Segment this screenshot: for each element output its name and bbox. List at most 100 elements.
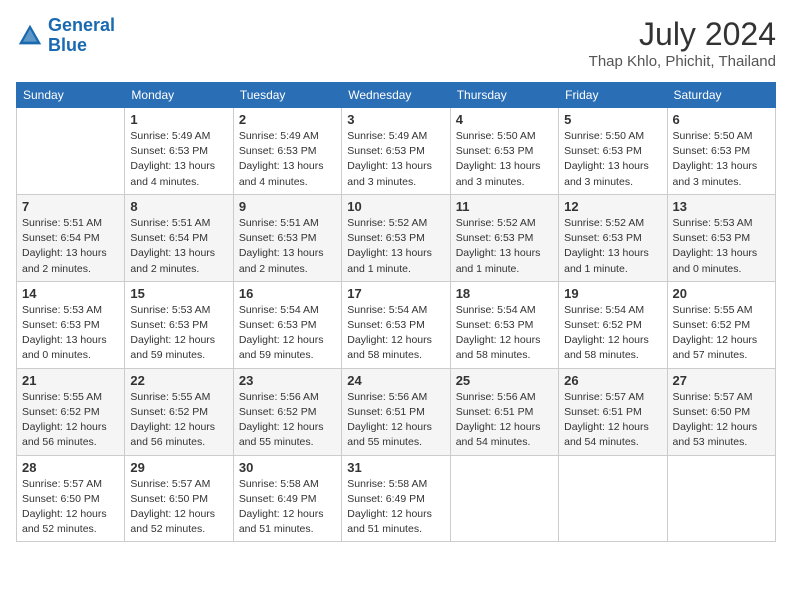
weekday-header: Sunday (17, 83, 125, 108)
calendar-cell: 16 Sunrise: 5:54 AM Sunset: 6:53 PM Dayli… (233, 281, 341, 368)
logo-icon (16, 22, 44, 50)
calendar-cell: 18 Sunrise: 5:54 AM Sunset: 6:53 PM Dayli… (450, 281, 558, 368)
day-info: Sunrise: 5:52 AM Sunset: 6:53 PM Dayligh… (564, 216, 661, 277)
weekday-header: Thursday (450, 83, 558, 108)
day-info: Sunrise: 5:49 AM Sunset: 6:53 PM Dayligh… (130, 129, 227, 190)
day-info: Sunrise: 5:51 AM Sunset: 6:54 PM Dayligh… (130, 216, 227, 277)
calendar-week-row: 21 Sunrise: 5:55 AM Sunset: 6:52 PM Dayli… (17, 368, 776, 455)
calendar-cell: 13 Sunrise: 5:53 AM Sunset: 6:53 PM Dayli… (667, 194, 775, 281)
day-info: Sunrise: 5:55 AM Sunset: 6:52 PM Dayligh… (673, 303, 770, 364)
calendar-cell: 26Sunrise: 5:57 AM Sunset: 6:51 PM Dayli… (559, 368, 667, 455)
calendar-cell: 29 Sunrise: 5:57 AM Sunset: 6:50 PM Dayli… (125, 455, 233, 542)
day-info: Sunrise: 5:54 AM Sunset: 6:52 PM Dayligh… (564, 303, 661, 364)
day-info: Sunrise: 5:51 AM Sunset: 6:53 PM Dayligh… (239, 216, 336, 277)
weekday-header: Monday (125, 83, 233, 108)
day-number: 25 (456, 373, 553, 388)
calendar-cell: 9Sunrise: 5:51 AM Sunset: 6:53 PM Daylig… (233, 194, 341, 281)
calendar-table: SundayMondayTuesdayWednesdayThursdayFrid… (16, 82, 776, 542)
day-info: Sunrise: 5:55 AM Sunset: 6:52 PM Dayligh… (22, 390, 119, 451)
day-info: Sunrise: 5:50 AM Sunset: 6:53 PM Dayligh… (564, 129, 661, 190)
day-number: 31 (347, 460, 444, 475)
day-number: 29 (130, 460, 227, 475)
day-info: Sunrise: 5:58 AM Sunset: 6:49 PM Dayligh… (347, 477, 444, 538)
day-number: 23 (239, 373, 336, 388)
day-info: Sunrise: 5:49 AM Sunset: 6:53 PM Dayligh… (239, 129, 336, 190)
logo: General Blue (16, 16, 115, 56)
day-info: Sunrise: 5:53 AM Sunset: 6:53 PM Dayligh… (22, 303, 119, 364)
calendar-week-row: 14 Sunrise: 5:53 AM Sunset: 6:53 PM Dayli… (17, 281, 776, 368)
day-number: 12 (564, 199, 661, 214)
day-info: Sunrise: 5:54 AM Sunset: 6:53 PM Dayligh… (456, 303, 553, 364)
calendar-cell: 4 Sunrise: 5:50 AM Sunset: 6:53 PM Daylig… (450, 108, 558, 195)
calendar-cell: 6 Sunrise: 5:50 AM Sunset: 6:53 PM Daylig… (667, 108, 775, 195)
day-number: 24 (347, 373, 444, 388)
day-number: 3 (347, 112, 444, 127)
day-info: Sunrise: 5:56 AM Sunset: 6:52 PM Dayligh… (239, 390, 336, 451)
day-info: Sunrise: 5:56 AM Sunset: 6:51 PM Dayligh… (456, 390, 553, 451)
calendar-cell: 20Sunrise: 5:55 AM Sunset: 6:52 PM Dayli… (667, 281, 775, 368)
day-number: 2 (239, 112, 336, 127)
page-header: General Blue July 2024 Thap Khlo, Phichi… (16, 16, 776, 70)
day-info: Sunrise: 5:57 AM Sunset: 6:50 PM Dayligh… (22, 477, 119, 538)
calendar-cell: 30Sunrise: 5:58 AM Sunset: 6:49 PM Dayli… (233, 455, 341, 542)
calendar-cell: 17Sunrise: 5:54 AM Sunset: 6:53 PM Dayli… (342, 281, 450, 368)
calendar-cell: 15 Sunrise: 5:53 AM Sunset: 6:53 PM Dayli… (125, 281, 233, 368)
day-info: Sunrise: 5:52 AM Sunset: 6:53 PM Dayligh… (456, 216, 553, 277)
day-number: 27 (673, 373, 770, 388)
calendar-cell: 24Sunrise: 5:56 AM Sunset: 6:51 PM Dayli… (342, 368, 450, 455)
weekday-header: Wednesday (342, 83, 450, 108)
calendar-cell: 12 Sunrise: 5:52 AM Sunset: 6:53 PM Dayli… (559, 194, 667, 281)
day-number: 21 (22, 373, 119, 388)
day-number: 6 (673, 112, 770, 127)
weekday-header-row: SundayMondayTuesdayWednesdayThursdayFrid… (17, 83, 776, 108)
day-info: Sunrise: 5:52 AM Sunset: 6:53 PM Dayligh… (347, 216, 444, 277)
calendar-cell: 7 Sunrise: 5:51 AM Sunset: 6:54 PM Daylig… (17, 194, 125, 281)
day-info: Sunrise: 5:51 AM Sunset: 6:54 PM Dayligh… (22, 216, 119, 277)
calendar-cell: 31 Sunrise: 5:58 AM Sunset: 6:49 PM Dayli… (342, 455, 450, 542)
day-info: Sunrise: 5:53 AM Sunset: 6:53 PM Dayligh… (673, 216, 770, 277)
day-number: 5 (564, 112, 661, 127)
logo-line1: General (48, 15, 115, 35)
day-number: 10 (347, 199, 444, 214)
calendar-cell: 21 Sunrise: 5:55 AM Sunset: 6:52 PM Dayli… (17, 368, 125, 455)
day-info: Sunrise: 5:57 AM Sunset: 6:51 PM Dayligh… (564, 390, 661, 451)
logo-line2: Blue (48, 35, 87, 55)
day-number: 15 (130, 286, 227, 301)
day-number: 18 (456, 286, 553, 301)
day-info: Sunrise: 5:55 AM Sunset: 6:52 PM Dayligh… (130, 390, 227, 451)
calendar-cell: 22 Sunrise: 5:55 AM Sunset: 6:52 PM Dayli… (125, 368, 233, 455)
day-number: 13 (673, 199, 770, 214)
calendar-cell: 8 Sunrise: 5:51 AM Sunset: 6:54 PM Daylig… (125, 194, 233, 281)
day-info: Sunrise: 5:54 AM Sunset: 6:53 PM Dayligh… (239, 303, 336, 364)
day-number: 19 (564, 286, 661, 301)
calendar-cell: 11 Sunrise: 5:52 AM Sunset: 6:53 PM Dayli… (450, 194, 558, 281)
day-info: Sunrise: 5:50 AM Sunset: 6:53 PM Dayligh… (673, 129, 770, 190)
day-info: Sunrise: 5:53 AM Sunset: 6:53 PM Dayligh… (130, 303, 227, 364)
calendar-cell: 19 Sunrise: 5:54 AM Sunset: 6:52 PM Dayli… (559, 281, 667, 368)
day-number: 16 (239, 286, 336, 301)
day-number: 4 (456, 112, 553, 127)
day-info: Sunrise: 5:50 AM Sunset: 6:53 PM Dayligh… (456, 129, 553, 190)
day-info: Sunrise: 5:57 AM Sunset: 6:50 PM Dayligh… (130, 477, 227, 538)
day-number: 8 (130, 199, 227, 214)
calendar-week-row: 28 Sunrise: 5:57 AM Sunset: 6:50 PM Dayli… (17, 455, 776, 542)
calendar-cell: 3Sunrise: 5:49 AM Sunset: 6:53 PM Daylig… (342, 108, 450, 195)
calendar-cell: 25 Sunrise: 5:56 AM Sunset: 6:51 PM Dayli… (450, 368, 558, 455)
calendar-cell (559, 455, 667, 542)
weekday-header: Tuesday (233, 83, 341, 108)
calendar-cell (17, 108, 125, 195)
calendar-cell: 23 Sunrise: 5:56 AM Sunset: 6:52 PM Dayli… (233, 368, 341, 455)
day-number: 14 (22, 286, 119, 301)
location: Thap Khlo, Phichit, Thailand (589, 53, 776, 70)
calendar-cell: 10 Sunrise: 5:52 AM Sunset: 6:53 PM Dayli… (342, 194, 450, 281)
month-year: July 2024 (589, 16, 776, 53)
day-number: 28 (22, 460, 119, 475)
day-number: 11 (456, 199, 553, 214)
weekday-header: Saturday (667, 83, 775, 108)
day-number: 7 (22, 199, 119, 214)
calendar-cell: 2 Sunrise: 5:49 AM Sunset: 6:53 PM Daylig… (233, 108, 341, 195)
day-info: Sunrise: 5:57 AM Sunset: 6:50 PM Dayligh… (673, 390, 770, 451)
day-number: 22 (130, 373, 227, 388)
calendar-cell: 28 Sunrise: 5:57 AM Sunset: 6:50 PM Dayli… (17, 455, 125, 542)
calendar-week-row: 1Sunrise: 5:49 AM Sunset: 6:53 PM Daylig… (17, 108, 776, 195)
